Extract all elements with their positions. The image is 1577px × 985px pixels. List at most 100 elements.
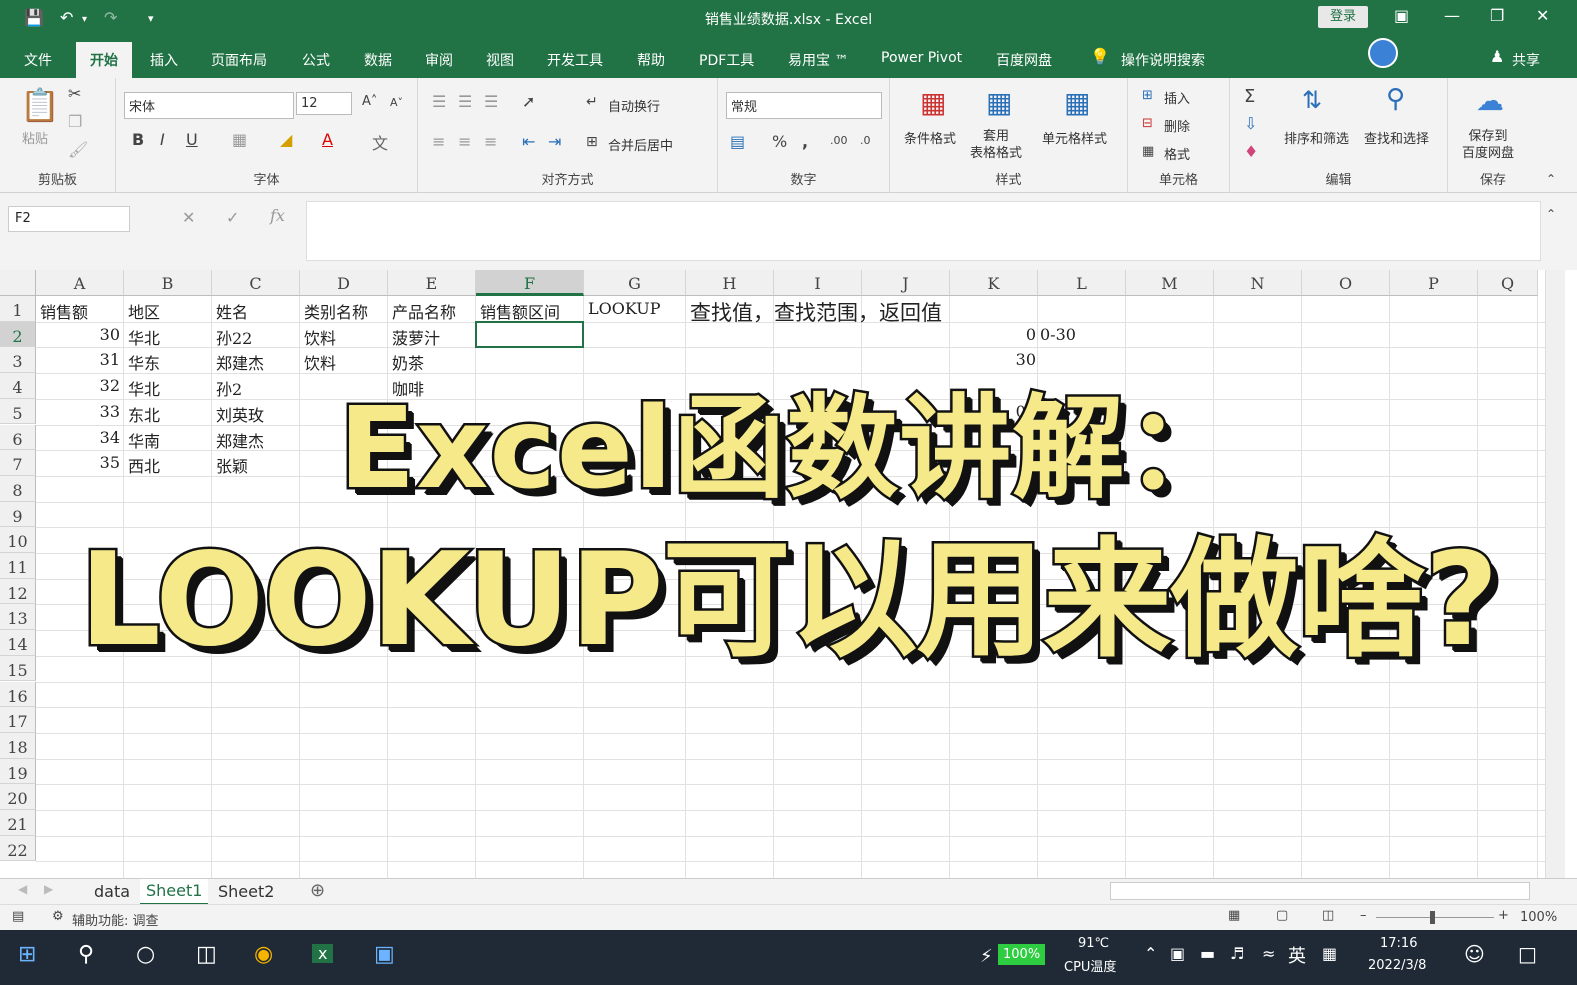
header-cell[interactable]: 产品名称 bbox=[392, 299, 456, 323]
increase-font-icon[interactable]: A˄ bbox=[362, 94, 377, 109]
conditional-format-icon[interactable]: ▦ bbox=[920, 86, 946, 119]
merge-center-button[interactable]: 合并后居中 bbox=[608, 135, 673, 154]
tab-formulas[interactable]: 公式 bbox=[302, 50, 330, 70]
underline-icon[interactable]: U bbox=[186, 130, 198, 149]
decrease-decimal-icon[interactable]: .0 bbox=[860, 134, 871, 147]
autosum-icon[interactable]: Σ bbox=[1244, 86, 1255, 107]
page-layout-view-icon[interactable]: ▢ bbox=[1276, 908, 1288, 923]
header-cell[interactable]: 销售额 bbox=[40, 299, 88, 323]
data-cell[interactable]: 华北 bbox=[128, 325, 160, 349]
chat-icon[interactable]: ☺ bbox=[1464, 942, 1485, 966]
search-icon[interactable]: ⚲ bbox=[78, 942, 94, 967]
data-cell[interactable]: 30 bbox=[36, 325, 120, 344]
header-cell[interactable]: 姓名 bbox=[216, 299, 248, 323]
number-format-select[interactable]: 常规 bbox=[726, 92, 882, 119]
tab-power-pivot[interactable]: Power Pivot bbox=[881, 50, 962, 66]
row-header-21[interactable]: 21 bbox=[0, 810, 36, 836]
tell-me-search[interactable]: 操作说明搜索 bbox=[1121, 50, 1205, 70]
orientation-icon[interactable]: ➚ bbox=[522, 92, 535, 111]
row-header-2[interactable]: 2 bbox=[0, 321, 36, 348]
phonetic-icon[interactable]: 文 bbox=[372, 130, 388, 154]
notification-icon[interactable]: □ bbox=[1518, 942, 1537, 966]
data-cell[interactable]: 0 bbox=[950, 325, 1036, 344]
close-icon[interactable]: ✕ bbox=[1536, 6, 1549, 25]
next-sheet-icon[interactable]: ▶ bbox=[44, 882, 53, 896]
insert-icon[interactable]: ⊞ bbox=[1142, 88, 1153, 103]
column-header-p[interactable]: P bbox=[1390, 270, 1478, 296]
data-cell[interactable]: 饮料 bbox=[304, 325, 336, 349]
format-cells-button[interactable]: 格式 bbox=[1164, 144, 1190, 163]
login-button[interactable]: 登录 bbox=[1318, 6, 1368, 28]
enter-icon[interactable]: ✓ bbox=[226, 208, 239, 227]
format-painter-icon[interactable]: 🖌 bbox=[68, 140, 88, 159]
align-bottom-icon[interactable]: ☰ bbox=[484, 92, 498, 111]
comma-icon[interactable]: , bbox=[802, 132, 808, 151]
column-header-m[interactable]: M bbox=[1126, 270, 1214, 296]
data-cell[interactable]: 0-30 bbox=[1040, 325, 1076, 344]
column-header-b[interactable]: B bbox=[124, 270, 212, 296]
column-header-i[interactable]: I bbox=[774, 270, 862, 296]
zoom-out-icon[interactable]: – bbox=[1360, 908, 1367, 923]
delete-icon[interactable]: ⊟ bbox=[1142, 116, 1153, 131]
windows-start-icon[interactable]: ⊞ bbox=[18, 942, 36, 967]
tab-developer[interactable]: 开发工具 bbox=[547, 50, 603, 70]
row-header-18[interactable]: 18 bbox=[0, 732, 36, 759]
active-cell[interactable] bbox=[475, 320, 584, 349]
save-baidu-button[interactable]: 保存到 百度网盘 bbox=[1462, 128, 1514, 162]
sheet-tab-data[interactable]: data bbox=[94, 882, 130, 901]
column-header-q[interactable]: Q bbox=[1478, 270, 1538, 296]
tab-data[interactable]: 数据 bbox=[364, 50, 392, 70]
collapse-formula-icon[interactable]: ⌃ bbox=[1546, 207, 1556, 221]
tab-yiyongbao[interactable]: 易用宝 ™ bbox=[788, 50, 848, 70]
row-header-16[interactable]: 16 bbox=[0, 681, 36, 708]
column-header-f[interactable]: F bbox=[476, 270, 584, 296]
insert-cells-button[interactable]: 插入 bbox=[1164, 88, 1190, 107]
ime-indicator[interactable]: 英 bbox=[1288, 942, 1306, 968]
column-header-l[interactable]: L bbox=[1038, 270, 1126, 296]
clock-time[interactable]: 17:16 bbox=[1380, 936, 1417, 951]
header-cell[interactable]: 类别名称 bbox=[304, 299, 368, 323]
decrease-font-icon[interactable]: A˅ bbox=[390, 96, 403, 109]
paste-icon[interactable]: 📋 bbox=[20, 86, 60, 124]
header-cell[interactable]: LOOKUP bbox=[588, 299, 661, 318]
lookup-note[interactable]: 查找值，查找范围，返回值 bbox=[690, 297, 942, 327]
share-button[interactable]: 共享 bbox=[1512, 50, 1540, 70]
border-icon[interactable]: ▦ bbox=[232, 130, 247, 149]
sort-filter-button[interactable]: 排序和筛选 bbox=[1284, 128, 1349, 147]
column-header-k[interactable]: K bbox=[950, 270, 1038, 296]
column-header-g[interactable]: G bbox=[584, 270, 686, 296]
decrease-indent-icon[interactable]: ⇤ bbox=[522, 132, 535, 151]
zoom-slider-thumb[interactable] bbox=[1430, 911, 1435, 924]
wrap-text-icon[interactable]: ↵ bbox=[586, 94, 598, 110]
data-cell[interactable]: 菠萝汁 bbox=[392, 325, 440, 349]
wrap-text-button[interactable]: 自动换行 bbox=[608, 96, 660, 115]
sheet-tab-sheet2[interactable]: Sheet2 bbox=[218, 882, 274, 901]
tab-view[interactable]: 视图 bbox=[486, 50, 514, 70]
row-header-1[interactable]: 1 bbox=[0, 296, 36, 322]
tab-baidu-netdisk[interactable]: 百度网盘 bbox=[996, 50, 1052, 70]
volume-icon[interactable]: ♬ bbox=[1230, 944, 1244, 963]
minimize-icon[interactable]: — bbox=[1444, 6, 1460, 25]
tab-review[interactable]: 审阅 bbox=[425, 50, 453, 70]
clock-date[interactable]: 2022/3/8 bbox=[1368, 958, 1426, 973]
cancel-icon[interactable]: ✕ bbox=[182, 208, 195, 227]
select-all-corner[interactable] bbox=[0, 270, 36, 296]
accessibility-status[interactable]: 辅助功能: 调查 bbox=[72, 910, 159, 929]
add-sheet-icon[interactable]: ⊕ bbox=[310, 880, 325, 901]
tab-home[interactable]: 开始 bbox=[76, 42, 132, 78]
percent-icon[interactable]: % bbox=[772, 132, 787, 151]
normal-view-icon[interactable]: ▦ bbox=[1228, 908, 1240, 923]
conditional-format-button[interactable]: 条件格式 bbox=[904, 128, 956, 147]
align-right-icon[interactable]: ≡ bbox=[484, 132, 497, 151]
increase-indent-icon[interactable]: ⇥ bbox=[548, 132, 561, 151]
avatar[interactable] bbox=[1368, 38, 1398, 68]
cut-icon[interactable]: ✂ bbox=[68, 84, 81, 103]
column-header-d[interactable]: D bbox=[300, 270, 388, 296]
find-select-icon[interactable]: ⚲ bbox=[1386, 84, 1405, 114]
task-view-icon[interactable]: ◫ bbox=[196, 942, 217, 967]
font-name-select[interactable]: 宋体 bbox=[124, 92, 294, 119]
fill-icon[interactable]: ⇩ bbox=[1244, 114, 1257, 133]
clear-icon[interactable]: ♦ bbox=[1244, 142, 1258, 161]
horizontal-scrollbar[interactable] bbox=[1110, 882, 1530, 900]
chrome-icon[interactable]: ◉ bbox=[254, 942, 273, 967]
